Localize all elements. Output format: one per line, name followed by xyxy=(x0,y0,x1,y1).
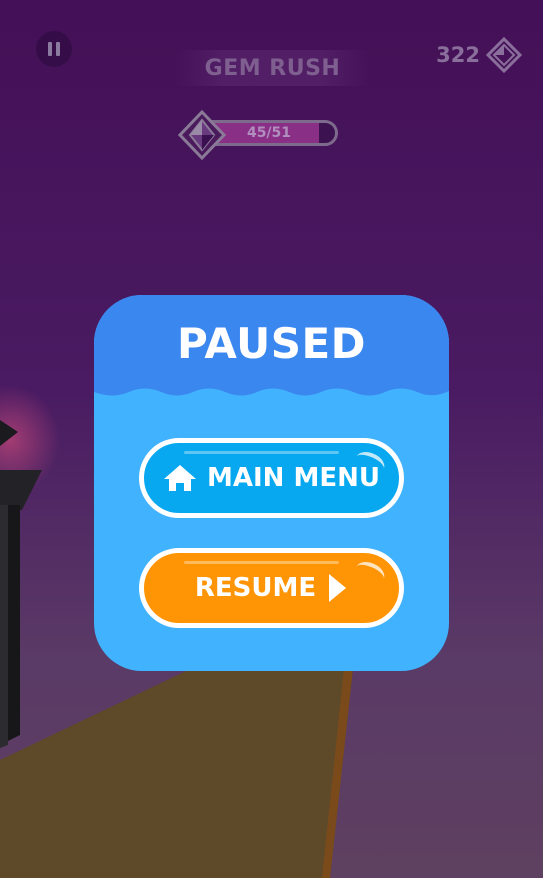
button-highlight xyxy=(184,451,339,454)
resume-label: RESUME xyxy=(194,573,317,603)
pause-dialog: PAUSED MAIN MENU RESUME xyxy=(94,295,449,671)
resume-button[interactable]: RESUME xyxy=(139,548,404,628)
gem-count-value: 322 xyxy=(436,43,480,67)
pause-icon xyxy=(48,42,52,56)
home-icon xyxy=(164,465,196,491)
game-hud: GEM RUSH 322 45/51 xyxy=(0,0,543,200)
play-arrow-icon xyxy=(329,574,347,602)
main-menu-button[interactable]: MAIN MENU xyxy=(139,438,404,518)
pause-button[interactable] xyxy=(36,31,72,67)
level-progress: 45/51 xyxy=(178,110,342,162)
button-highlight xyxy=(184,561,339,564)
pause-dialog-title: PAUSED xyxy=(176,319,367,368)
obstacle-pillar-side xyxy=(0,505,8,748)
diamond-gem-icon xyxy=(486,37,522,73)
main-menu-label: MAIN MENU xyxy=(207,463,380,493)
pause-icon-bar xyxy=(56,42,60,56)
diamond-gem-icon xyxy=(178,110,226,160)
level-title: GEM RUSH xyxy=(175,50,370,86)
button-shine xyxy=(352,557,388,589)
gem-counter: 322 xyxy=(432,37,522,73)
